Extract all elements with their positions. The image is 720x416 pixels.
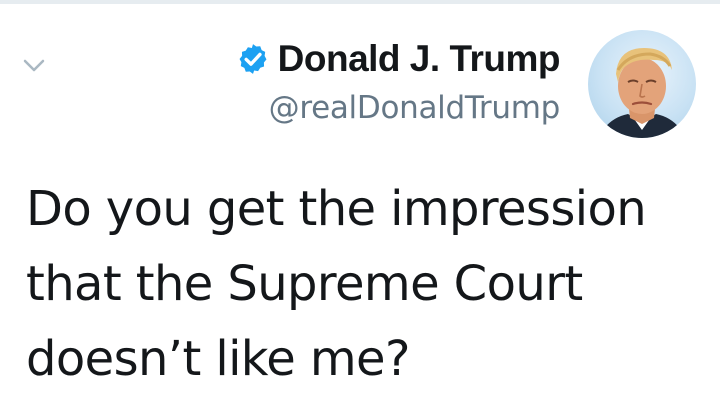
verified-badge-icon — [236, 42, 270, 76]
tweet-card[interactable]: Donald J. Trump @realDonaldTrump Do you … — [0, 4, 720, 416]
name-row: Donald J. Trump — [236, 34, 561, 84]
author-header[interactable]: Donald J. Trump @realDonaldTrump — [236, 34, 561, 132]
author-display-name[interactable]: Donald J. Trump — [278, 34, 561, 84]
avatar[interactable] — [588, 30, 696, 138]
tweet-text: Do you get the impression that the Supre… — [26, 181, 647, 387]
avatar-image — [598, 48, 686, 138]
chevron-down-icon — [23, 59, 45, 72]
more-options-button[interactable] — [22, 56, 46, 76]
author-handle[interactable]: @realDonaldTrump — [236, 84, 561, 132]
